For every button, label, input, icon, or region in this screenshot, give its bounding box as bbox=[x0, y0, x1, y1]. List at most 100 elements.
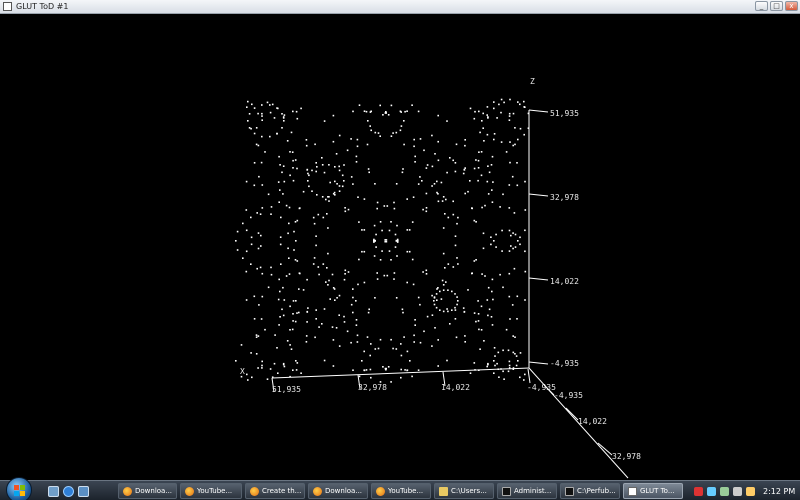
point bbox=[508, 184, 511, 186]
taskbar-item[interactable]: YouTube... bbox=[371, 483, 431, 499]
close-button[interactable]: x bbox=[785, 1, 798, 11]
point bbox=[516, 162, 518, 164]
point bbox=[494, 364, 496, 367]
point bbox=[514, 233, 517, 236]
point bbox=[379, 104, 381, 107]
minimize-button[interactable]: _ bbox=[755, 1, 768, 11]
taskbar-item-label: Downloa... bbox=[325, 487, 363, 495]
point bbox=[376, 201, 379, 204]
point bbox=[502, 370, 504, 373]
point bbox=[261, 115, 263, 117]
taskbar-item[interactable]: Downloa... bbox=[308, 483, 368, 499]
point bbox=[490, 316, 493, 318]
point bbox=[517, 138, 519, 141]
point bbox=[279, 316, 281, 318]
taskbar-item[interactable]: Create th... bbox=[245, 483, 305, 499]
point bbox=[334, 166, 336, 168]
point bbox=[374, 183, 376, 185]
point bbox=[257, 112, 259, 115]
point bbox=[242, 257, 244, 259]
point bbox=[512, 247, 514, 250]
point bbox=[406, 250, 409, 253]
point bbox=[442, 310, 445, 313]
point bbox=[307, 172, 309, 175]
point bbox=[395, 348, 398, 350]
point bbox=[440, 298, 443, 300]
point bbox=[456, 257, 458, 259]
start-button[interactable] bbox=[6, 477, 32, 500]
point bbox=[370, 129, 372, 132]
tray-volume-icon[interactable] bbox=[733, 486, 742, 496]
point bbox=[484, 204, 486, 207]
glut-render-viewport[interactable]: Z 51,935 32,978 14,022 -4,935 X 51,935 3… bbox=[0, 15, 800, 480]
point bbox=[414, 155, 416, 158]
point bbox=[253, 107, 256, 109]
point bbox=[431, 185, 433, 187]
tray-network-icon[interactable] bbox=[707, 486, 716, 496]
point bbox=[414, 161, 416, 163]
point bbox=[302, 190, 305, 193]
point bbox=[327, 252, 329, 255]
point bbox=[390, 338, 392, 341]
point bbox=[283, 114, 286, 116]
x-tick-label: 14,022 bbox=[441, 383, 470, 392]
point bbox=[325, 281, 327, 283]
point bbox=[414, 324, 416, 326]
window-titlebar[interactable]: GLUT ToD #1 _ □ x bbox=[0, 0, 800, 14]
point bbox=[302, 289, 305, 291]
point bbox=[377, 347, 380, 350]
point bbox=[328, 164, 330, 166]
z-tick-label: 32,978 bbox=[550, 193, 579, 202]
point bbox=[322, 216, 325, 219]
point bbox=[253, 318, 256, 320]
point bbox=[403, 120, 405, 122]
point bbox=[245, 229, 248, 232]
z-tick-label: 51,935 bbox=[550, 109, 579, 118]
point bbox=[433, 183, 436, 185]
point bbox=[408, 250, 411, 253]
point bbox=[493, 360, 495, 362]
point bbox=[478, 110, 480, 113]
point bbox=[315, 318, 317, 320]
point bbox=[315, 244, 317, 247]
clock[interactable]: 2:12 PM bbox=[763, 487, 795, 496]
point bbox=[369, 368, 372, 371]
taskbar-item[interactable]: Administ... bbox=[497, 483, 557, 499]
point bbox=[344, 269, 347, 272]
point bbox=[344, 210, 347, 213]
point bbox=[261, 272, 264, 275]
tray-power-icon[interactable] bbox=[746, 486, 755, 496]
taskbar-item[interactable]: YouTube... bbox=[180, 483, 242, 499]
point bbox=[280, 216, 282, 219]
point bbox=[486, 114, 488, 116]
point bbox=[411, 221, 414, 223]
cmd-icon bbox=[565, 486, 574, 496]
point bbox=[409, 360, 411, 362]
taskbar-item-active[interactable]: GLUT To... bbox=[623, 483, 683, 499]
point bbox=[519, 352, 522, 354]
point bbox=[289, 151, 291, 153]
point bbox=[436, 288, 438, 290]
switch-windows-icon[interactable] bbox=[78, 486, 89, 497]
point bbox=[487, 314, 489, 317]
firefox-icon bbox=[376, 486, 385, 496]
point bbox=[412, 283, 415, 286]
point bbox=[338, 134, 341, 137]
taskbar-item[interactable]: C:\Perfub... bbox=[560, 483, 620, 499]
taskbar-item[interactable]: Downloa... bbox=[118, 483, 177, 499]
point bbox=[257, 335, 260, 337]
z-axis-label: Z bbox=[530, 77, 535, 86]
window-controls: _ □ x bbox=[755, 1, 798, 11]
internet-explorer-icon[interactable] bbox=[63, 486, 74, 497]
show-desktop-icon[interactable] bbox=[48, 486, 59, 497]
point bbox=[269, 111, 272, 114]
maximize-button[interactable]: □ bbox=[770, 1, 783, 11]
point bbox=[298, 272, 301, 274]
tray-security-icon[interactable] bbox=[720, 486, 729, 496]
y-tick-label: 32,978 bbox=[612, 452, 641, 461]
tray-app-icon[interactable] bbox=[694, 486, 703, 496]
point bbox=[294, 221, 297, 223]
point bbox=[457, 263, 459, 265]
taskbar-item[interactable]: C:\Users... bbox=[434, 483, 494, 499]
point bbox=[446, 171, 448, 174]
